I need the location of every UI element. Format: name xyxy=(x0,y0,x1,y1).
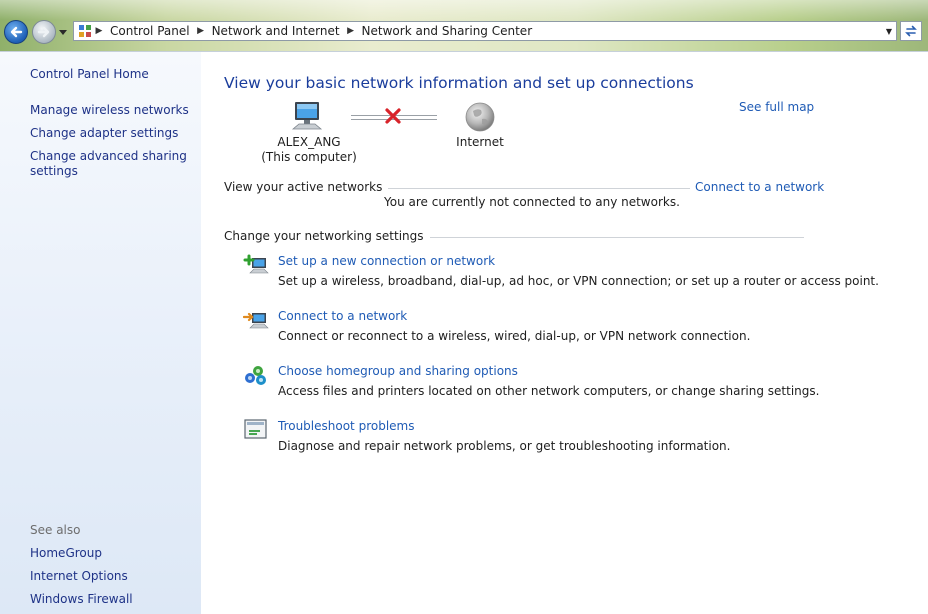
homegroup-link[interactable]: HomeGroup xyxy=(30,546,102,561)
control-panel-icon xyxy=(79,25,91,37)
connect-to-network-task-link[interactable]: Connect to a network xyxy=(278,309,407,323)
change-advanced-sharing-link[interactable]: Change advanced sharing xyxy=(30,149,187,164)
setup-new-connection-link[interactable]: Set up a new connection or network xyxy=(278,254,495,268)
see-full-map-link[interactable]: See full map xyxy=(739,100,814,114)
change-advanced-sharing-link-line2[interactable]: settings xyxy=(30,164,78,179)
control-panel-home-link[interactable]: Control Panel Home xyxy=(30,67,149,82)
disconnected-x-icon[interactable] xyxy=(384,107,402,125)
homegroup-sharing-options-link[interactable]: Choose homegroup and sharing options xyxy=(278,364,518,378)
troubleshoot-icon[interactable] xyxy=(243,418,269,442)
computer-subtitle: (This computer) xyxy=(261,150,357,164)
breadcrumb-network-sharing-center[interactable]: Network and Sharing Center xyxy=(358,24,537,38)
connect-to-network-desc: Connect or reconnect to a wireless, wire… xyxy=(278,329,751,343)
active-networks-label: View your active networks xyxy=(224,180,389,194)
address-dropdown-icon[interactable]: ▼ xyxy=(886,27,892,36)
computer-name: ALEX_ANG xyxy=(277,135,341,149)
refresh-button[interactable] xyxy=(900,21,922,41)
forward-button[interactable] xyxy=(32,20,56,44)
manage-wireless-networks-link[interactable]: Manage wireless networks xyxy=(30,103,189,118)
back-button[interactable] xyxy=(4,20,28,44)
setup-new-connection-desc: Set up a wireless, broadband, dial-up, a… xyxy=(278,274,879,288)
windows-firewall-link[interactable]: Windows Firewall xyxy=(30,592,133,607)
connect-to-network-link[interactable]: Connect to a network xyxy=(690,180,825,194)
connect-network-icon[interactable] xyxy=(243,308,269,332)
internet-globe-icon[interactable] xyxy=(464,101,496,133)
change-settings-label: Change your networking settings xyxy=(224,229,430,243)
troubleshoot-problems-desc: Diagnose and repair network problems, or… xyxy=(278,439,731,453)
see-also-label: See also xyxy=(30,523,81,537)
internet-label: Internet xyxy=(456,135,504,149)
refresh-icon xyxy=(905,25,917,37)
history-dropdown-icon[interactable] xyxy=(58,27,68,37)
breadcrumb-network-and-internet[interactable]: Network and Internet xyxy=(208,24,344,38)
breadcrumb-separator-icon[interactable]: ▶ xyxy=(194,26,208,36)
main-content: View your basic network information and … xyxy=(201,52,928,614)
page-title: View your basic network information and … xyxy=(224,74,694,92)
address-bar[interactable]: ▶ Control Panel ▶ Network and Internet ▶… xyxy=(73,21,897,41)
computer-icon[interactable] xyxy=(290,101,324,131)
breadcrumb-separator-icon[interactable]: ▶ xyxy=(344,26,358,36)
breadcrumb-separator-icon[interactable]: ▶ xyxy=(92,26,106,36)
homegroup-sharing-options-desc: Access files and printers located on oth… xyxy=(278,384,820,398)
forward-arrow-icon xyxy=(37,26,50,38)
new-connection-icon[interactable] xyxy=(243,253,269,277)
troubleshoot-problems-link[interactable]: Troubleshoot problems xyxy=(278,419,414,433)
internet-options-link[interactable]: Internet Options xyxy=(30,569,128,584)
task-pane: Control Panel Home Manage wireless netwo… xyxy=(0,52,201,614)
homegroup-icon[interactable] xyxy=(243,363,269,387)
change-adapter-settings-link[interactable]: Change adapter settings xyxy=(30,126,178,141)
breadcrumb-control-panel[interactable]: Control Panel xyxy=(106,24,194,38)
not-connected-message: You are currently not connected to any n… xyxy=(384,195,680,209)
back-arrow-icon xyxy=(10,26,23,38)
computer-label: ALEX_ANG (This computer) xyxy=(259,135,359,165)
